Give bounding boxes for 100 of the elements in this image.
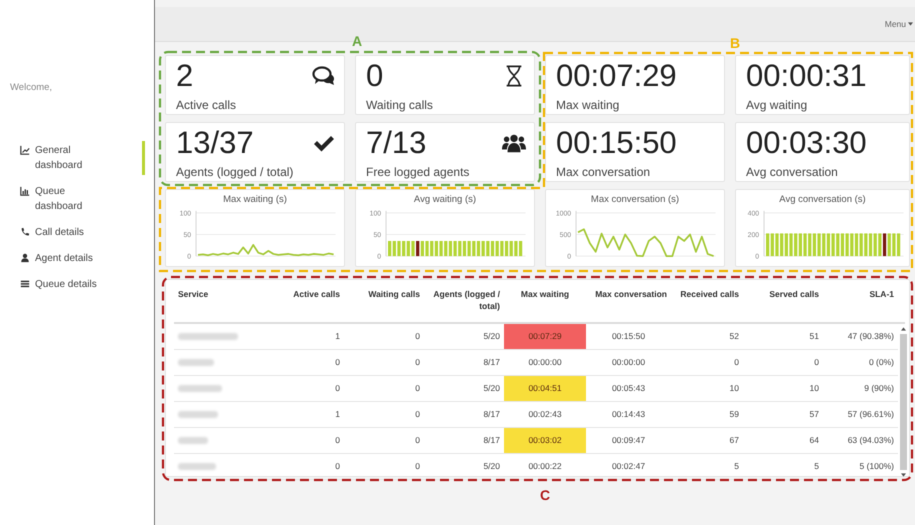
column-header: Max conversation (594, 288, 668, 300)
blurred-text (178, 437, 208, 444)
column-header: Agents (logged / total) (432, 288, 501, 312)
table-cell-text: 9 (90%) (863, 382, 895, 395)
caret-icon (908, 22, 913, 26)
table-cell-text: 00:05:43 (610, 382, 646, 395)
table-cell-text: 00:00:22 (527, 460, 563, 473)
nav-item[interactable]: General dashboard (20, 141, 145, 175)
blurred-text (178, 359, 214, 366)
table-cell-text: 00:15:50 (610, 330, 646, 343)
table-cell-text: 52 (728, 330, 740, 343)
nav-item[interactable]: Call details (20, 225, 145, 240)
table-cell-text: 5/20 (482, 460, 501, 473)
stat-label: Free logged agents (366, 165, 470, 179)
nav-item[interactable]: Queue dashboard (20, 184, 145, 214)
annotation-label: B (730, 35, 740, 51)
table-cell-text: 0 (414, 330, 421, 343)
menu-button[interactable]: Menu (880, 7, 915, 29)
table-cell-text: 67 (728, 434, 740, 447)
chat-icon (312, 65, 336, 87)
column-header: Service (177, 288, 210, 300)
table-cell-text: 64 (808, 434, 820, 447)
column-header: Served calls (768, 288, 820, 300)
stat-label: Avg waiting (746, 98, 808, 112)
column-header: Received calls (679, 288, 740, 300)
table-cell-text: 63 (94.03%) (846, 434, 895, 447)
chart-title: Avg waiting (s) (414, 194, 476, 205)
stat-value: 00:03:30 (746, 125, 867, 161)
welcome-text: Welcome, (10, 82, 54, 93)
table-cell-text: 0 (414, 460, 421, 473)
column-header: Active calls (292, 288, 341, 300)
table-cell-text: 00:09:47 (610, 434, 646, 447)
table-cell-text: 10 (728, 382, 740, 395)
list-icon (20, 279, 30, 289)
table-cell-text: 00:14:43 (610, 408, 646, 421)
table-cell-text: 5 (100%) (858, 460, 895, 473)
table-cell-text: 0 (334, 382, 341, 395)
table-cell-text: 51 (808, 330, 820, 343)
annotation-label: A (352, 33, 362, 49)
user-icon (20, 253, 30, 263)
table-cell-text: 59 (728, 408, 740, 421)
table-cell-text: 0 (334, 356, 341, 369)
line-chart-icon (20, 145, 30, 155)
table-cell-text: 8/17 (482, 434, 501, 447)
table-cell-text: 00:00:00 (527, 356, 563, 369)
table-cell-text: 0 (334, 460, 341, 473)
chart-title: Max conversation (s) (590, 194, 680, 205)
stat-value: 0 (366, 58, 384, 94)
table-cell-text: 0 (0%) (868, 356, 895, 369)
table-cell-text: 1 (334, 408, 341, 421)
table-cell-text: 5/20 (482, 330, 501, 343)
table-cell-text: 0 (334, 434, 341, 447)
blurred-text (178, 385, 222, 392)
table-cell-text: 5 (813, 460, 820, 473)
table-cell-text: 8/17 (482, 408, 501, 421)
stat-value: 2 (176, 58, 194, 94)
bar-chart-icon (20, 186, 30, 196)
chart-title: Avg conversation (s) (779, 194, 866, 205)
table-cell-text: 57 (96.61%) (846, 408, 895, 421)
table-cell: 00:07:29 (504, 324, 586, 349)
stat-label: Max waiting (556, 98, 620, 112)
table-cell: 00:04:51 (504, 376, 586, 401)
table-cell-text: 0 (414, 434, 421, 447)
stat-value: 00:00:31 (746, 58, 867, 94)
table-cell-text: 5 (733, 460, 740, 473)
stat-label: Max conversation (556, 165, 652, 179)
nav-item[interactable]: Agent details (20, 251, 145, 266)
stat-label: Active calls (176, 98, 238, 112)
blurred-text (178, 463, 216, 470)
table-cell: 00:03:02 (504, 428, 586, 453)
stat-label: Agents (logged / total) (176, 165, 294, 179)
stat-label: Waiting calls (366, 98, 434, 112)
table-cell-text: 10 (808, 382, 820, 395)
table-cell-text: 0 (414, 408, 421, 421)
table-cell-text: 8/17 (482, 356, 501, 369)
table-cell-text: 0 (733, 356, 740, 369)
stat-value: 7/13 (366, 125, 426, 161)
table-cell-text: 47 (90.38%) (846, 330, 895, 343)
table-cell-text: 00:02:43 (527, 408, 563, 421)
stat-value: 00:07:29 (556, 58, 677, 94)
stat-value: 00:15:50 (556, 125, 677, 161)
annotation-label: C (540, 487, 550, 503)
table-cell-text: 57 (808, 408, 820, 421)
table-cell-text: 00:02:47 (610, 460, 646, 473)
column-header: SLA-1 (868, 288, 895, 300)
table-cell-text: 0 (414, 356, 421, 369)
table-cell-text: 0 (813, 356, 820, 369)
scroll-down-icon[interactable] (901, 473, 906, 477)
column-header: Waiting calls (367, 288, 421, 300)
table-cell-text: 1 (334, 330, 341, 343)
column-header: Max waiting (520, 288, 570, 300)
stat-label: Avg conversation (746, 165, 839, 179)
nav-item[interactable]: Queue details (20, 277, 145, 292)
table-cell-text: 00:00:00 (610, 356, 646, 369)
blurred-text (178, 333, 238, 340)
users-icon (502, 132, 526, 154)
phone-icon (20, 227, 30, 237)
scroll-up-icon[interactable] (901, 327, 906, 331)
table-cell-text: 0 (414, 382, 421, 395)
blurred-text (178, 411, 218, 418)
